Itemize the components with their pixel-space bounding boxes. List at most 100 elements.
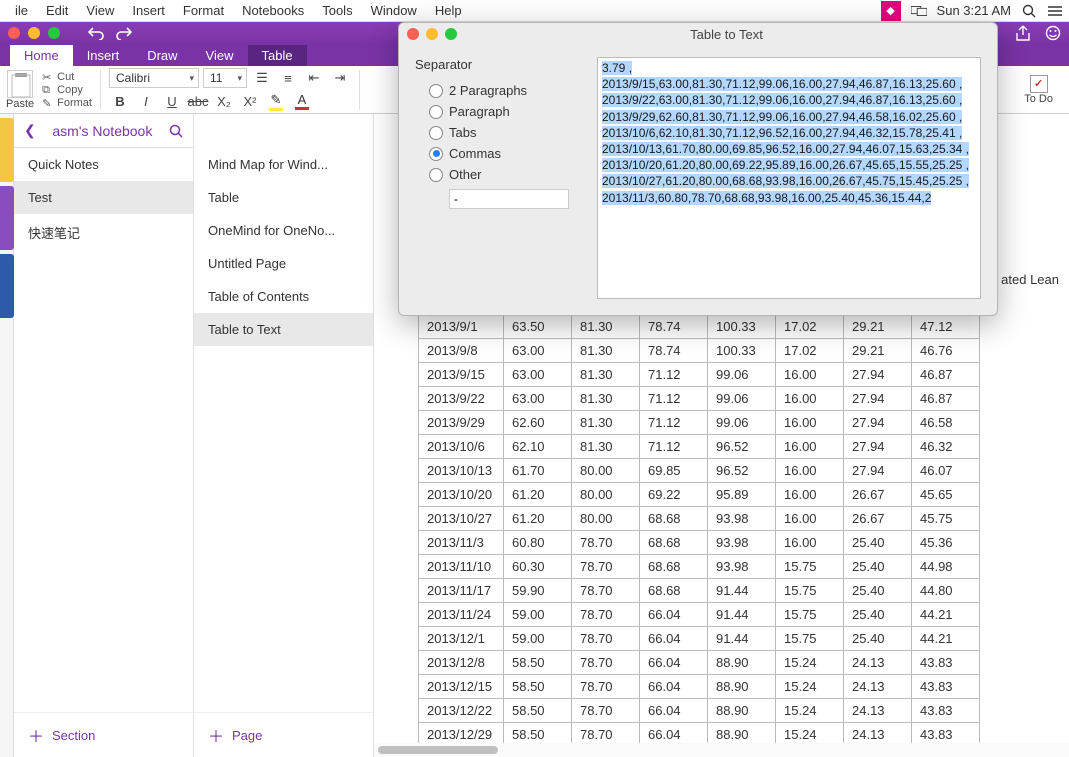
traffic-close[interactable] [8,27,20,39]
table-cell[interactable]: 63.50 [504,315,572,339]
superscript-button[interactable]: X² [239,91,261,111]
table-cell[interactable]: 26.67 [844,483,912,507]
table-cell[interactable]: 29.21 [844,315,912,339]
table-cell[interactable]: 58.50 [504,675,572,699]
table-cell[interactable]: 88.90 [708,651,776,675]
table-cell[interactable]: 99.06 [708,411,776,435]
table-cell[interactable]: 78.70 [572,651,640,675]
table-cell[interactable]: 66.04 [640,699,708,723]
table-cell[interactable]: 81.30 [572,339,640,363]
table-cell[interactable]: 58.50 [504,651,572,675]
table-row[interactable]: 2013/9/2263.0081.3071.1299.0616.0027.944… [419,387,980,411]
page-toc[interactable]: Table of Contents [194,280,373,313]
table-cell[interactable]: 71.12 [640,387,708,411]
table-cell[interactable]: 46.58 [912,411,980,435]
table-row[interactable]: 2013/11/2459.0078.7066.0491.4415.7525.40… [419,603,980,627]
font-color-button[interactable]: A [291,91,313,111]
table-cell[interactable]: 62.10 [504,435,572,459]
numbering-button[interactable]: ≡ [277,68,299,88]
tab-insert[interactable]: Insert [73,45,134,66]
table-cell[interactable]: 16.00 [776,483,844,507]
table-cell[interactable]: 2013/10/6 [419,435,504,459]
cut-button[interactable]: ✂Cut [42,71,92,83]
table-cell[interactable]: 29.21 [844,339,912,363]
table-cell[interactable]: 59.00 [504,627,572,651]
bold-button[interactable]: B [109,91,131,111]
search-icon[interactable] [169,124,183,138]
smile-icon[interactable] [1045,25,1061,41]
radio-paragraph[interactable]: Paragraph [415,101,585,122]
notebook-tab-1[interactable] [0,118,14,182]
table-cell[interactable]: 78.70 [572,579,640,603]
table-cell[interactable]: 15.75 [776,627,844,651]
table-cell[interactable]: 80.00 [572,507,640,531]
table-cell[interactable]: 60.80 [504,531,572,555]
table-cell[interactable]: 47.12 [912,315,980,339]
table-cell[interactable]: 78.70 [572,627,640,651]
table-cell[interactable]: 66.04 [640,675,708,699]
table-cell[interactable]: 62.60 [504,411,572,435]
table-cell[interactable]: 17.02 [776,339,844,363]
table-cell[interactable]: 61.20 [504,483,572,507]
table-cell[interactable]: 78.74 [640,339,708,363]
outdent-button[interactable]: ⇤ [303,68,325,88]
table-cell[interactable]: 71.12 [640,435,708,459]
other-separator-input[interactable] [449,189,569,209]
table-cell[interactable]: 80.00 [572,459,640,483]
strike-button[interactable]: abc [187,91,209,111]
table-cell[interactable]: 46.87 [912,387,980,411]
table-cell[interactable]: 66.04 [640,627,708,651]
page-table-to-text[interactable]: Table to Text [194,313,373,346]
table-cell[interactable]: 27.94 [844,387,912,411]
table-cell[interactable]: 88.90 [708,699,776,723]
share-icon[interactable] [1015,25,1031,41]
table-cell[interactable]: 68.68 [640,507,708,531]
table-cell[interactable]: 27.94 [844,363,912,387]
table-cell[interactable]: 27.94 [844,411,912,435]
radio-2-paragraphs[interactable]: 2 Paragraphs [415,80,585,101]
table-cell[interactable]: 96.52 [708,459,776,483]
table-cell[interactable]: 15.24 [776,651,844,675]
radio-other[interactable]: Other [415,164,585,185]
subscript-button[interactable]: X₂ [213,91,235,111]
page-untitled[interactable]: Untitled Page [194,247,373,280]
traffic-minimize[interactable] [28,27,40,39]
table-cell[interactable]: 25.40 [844,579,912,603]
table-cell[interactable]: 15.75 [776,579,844,603]
table-cell[interactable]: 91.44 [708,627,776,651]
table-row[interactable]: 2013/12/858.5078.7066.0488.9015.2424.134… [419,651,980,675]
table-cell[interactable]: 68.68 [640,579,708,603]
menu-insert[interactable]: Insert [123,3,174,18]
tab-home[interactable]: Home [10,45,73,66]
dialog-zoom[interactable] [445,28,457,40]
table-cell[interactable]: 24.13 [844,699,912,723]
table-cell[interactable]: 100.33 [708,315,776,339]
menu-format[interactable]: Format [174,3,233,18]
table-cell[interactable]: 26.67 [844,507,912,531]
table-cell[interactable]: 25.40 [844,603,912,627]
table-cell[interactable]: 88.90 [708,675,776,699]
format-painter-button[interactable]: ✎Format [42,97,92,109]
table-row[interactable]: 2013/10/2061.2080.0069.2295.8916.0026.67… [419,483,980,507]
table-cell[interactable]: 80.00 [572,483,640,507]
font-size-select[interactable]: 11 [203,68,247,88]
table-row[interactable]: 2013/9/163.5081.3078.74100.3317.0229.214… [419,315,980,339]
table-cell[interactable]: 44.21 [912,603,980,627]
page-table[interactable]: Table [194,181,373,214]
table-cell[interactable]: 59.00 [504,603,572,627]
ruby-menubar-icon[interactable]: ◆ [881,1,901,21]
table-cell[interactable]: 2013/12/8 [419,651,504,675]
underline-button[interactable]: U [161,91,183,111]
table-cell[interactable]: 91.44 [708,603,776,627]
table-cell[interactable]: 44.98 [912,555,980,579]
table-cell[interactable]: 27.94 [844,435,912,459]
menu-notebooks[interactable]: Notebooks [233,3,313,18]
table-cell[interactable]: 60.30 [504,555,572,579]
table-cell[interactable]: 91.44 [708,579,776,603]
table-cell[interactable]: 100.33 [708,339,776,363]
table-cell[interactable]: 93.98 [708,531,776,555]
menu-help[interactable]: Help [426,3,471,18]
table-cell[interactable]: 44.80 [912,579,980,603]
table-row[interactable]: 2013/10/1361.7080.0069.8596.5216.0027.94… [419,459,980,483]
table-cell[interactable]: 45.65 [912,483,980,507]
